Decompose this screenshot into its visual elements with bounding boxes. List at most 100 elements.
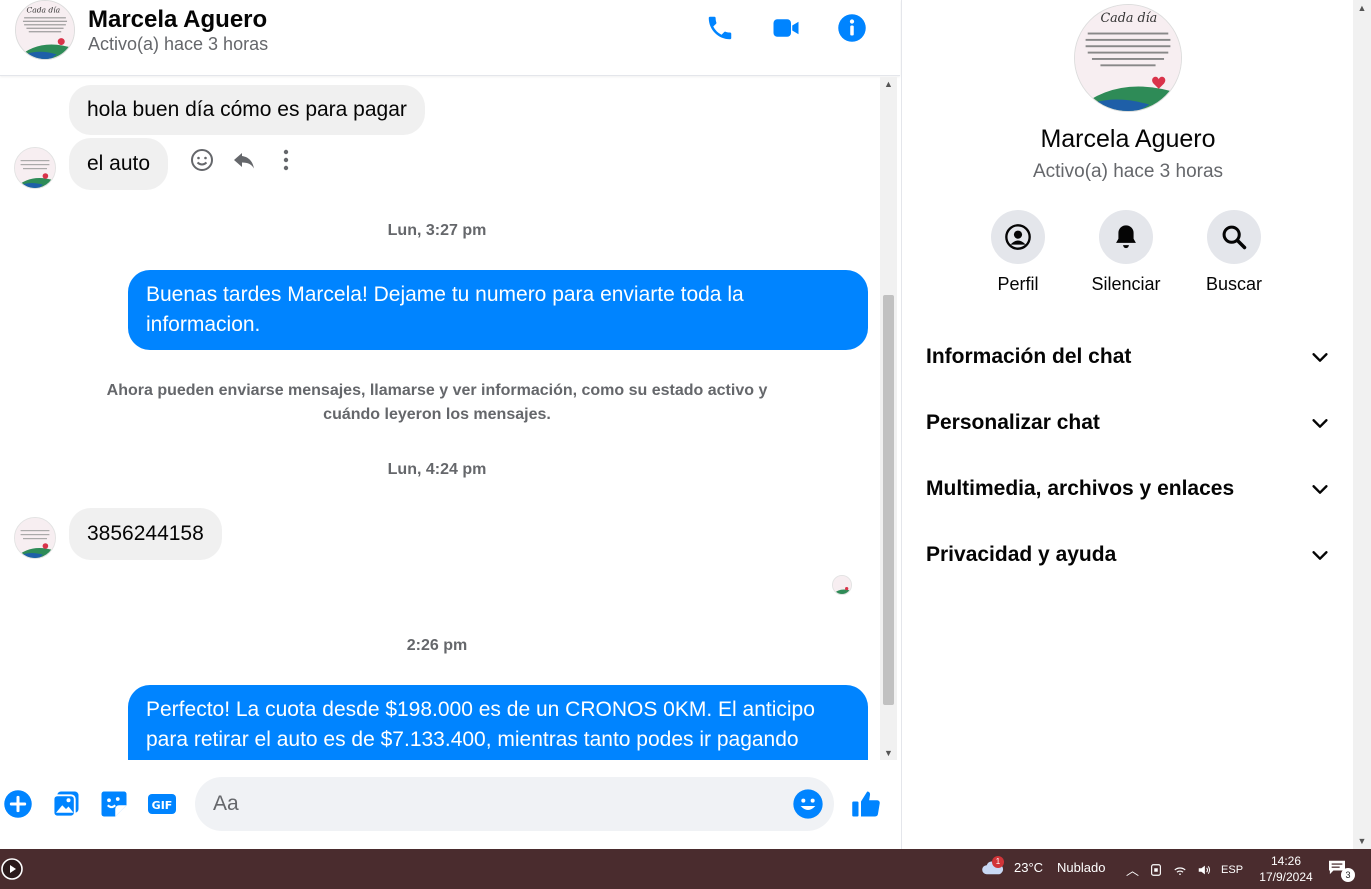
like-icon (852, 791, 880, 817)
plus-icon (4, 790, 32, 818)
mute-action[interactable]: Silenciar (1076, 210, 1176, 295)
gif-button[interactable]: GIF (146, 788, 178, 820)
avatar-image: Cada día (16, 1, 74, 59)
smiley-icon (191, 149, 213, 171)
video-call-button[interactable] (768, 10, 804, 46)
send-like-button[interactable] (850, 788, 882, 820)
section-customize-chat[interactable]: Personalizar chat (926, 399, 1331, 447)
react-button[interactable] (190, 148, 214, 172)
volume-icon[interactable] (1197, 863, 1211, 877)
mute-action-label: Silenciar (1091, 274, 1161, 294)
media-player-button[interactable] (0, 857, 24, 881)
system-tray: ︿ ESP (1126, 860, 1243, 879)
read-receipt-avatar (832, 575, 852, 595)
more-actions-button[interactable] (2, 788, 34, 820)
contact-profile-picture[interactable]: Cada día (1074, 4, 1182, 112)
avatar-image (833, 576, 851, 594)
outgoing-message[interactable]: Buenas tardes Marcela! Dejame tu numero … (128, 270, 868, 350)
section-chat-info[interactable]: Información del chat (926, 333, 1331, 381)
svg-text:Cada día: Cada día (1100, 10, 1157, 25)
profile-action-circle (991, 210, 1045, 264)
profile-name: Marcela Aguero (1040, 125, 1216, 153)
clock[interactable]: 14:26 17/9/2024 (1254, 853, 1318, 885)
message-input-container (195, 777, 834, 831)
window-scrollbar[interactable]: ▲ ▼ (1353, 0, 1371, 849)
chat-header: Cada día Marcela Aguero Activo(a) hace 3… (0, 0, 900, 76)
phone-icon (708, 16, 732, 40)
incoming-message[interactable]: hola buen día cómo es para pagar (69, 85, 425, 135)
profile-action[interactable]: Perfil (968, 210, 1068, 295)
search-action-circle (1207, 210, 1261, 264)
outgoing-message[interactable]: Perfecto! La cuota desde $198.000 es de … (128, 685, 868, 760)
meet-now-icon[interactable] (1149, 863, 1163, 877)
video-icon (773, 19, 799, 37)
sticker-button[interactable] (98, 788, 130, 820)
reply-button[interactable] (232, 148, 256, 172)
message-input[interactable] (213, 777, 773, 831)
chat-panel: Cada día Marcela Aguero Activo(a) hace 3… (0, 0, 900, 849)
search-icon (1222, 225, 1247, 250)
contact-avatar[interactable]: Cada día (15, 0, 75, 60)
svg-text:GIF: GIF (152, 799, 173, 812)
emoji-icon (793, 789, 823, 819)
profile-action-label: Perfil (997, 274, 1039, 294)
clock-time: 14:26 (1270, 854, 1302, 868)
scroll-up-arrow[interactable]: ▲ (1353, 0, 1371, 16)
scroll-down-arrow[interactable]: ▼ (1353, 833, 1371, 849)
image-icon (52, 791, 79, 818)
profile-icon (1005, 224, 1031, 250)
system-notice: Ahora pueden enviarse mensajes, llamarse… (106, 382, 768, 423)
chevron-down-icon (1312, 485, 1328, 494)
scroll-thumb[interactable] (883, 295, 894, 705)
message-composer: GIF (0, 762, 900, 849)
message-actions (190, 148, 298, 172)
sender-avatar[interactable] (14, 517, 56, 559)
scroll-up-arrow[interactable]: ▲ (880, 77, 897, 91)
section-media-files-links[interactable]: Multimedia, archivos y enlaces (926, 465, 1331, 513)
timestamp: Lun, 4:24 pm (387, 461, 487, 478)
weather-widget[interactable]: 1 23°C Nublado (980, 856, 1106, 876)
chevron-down-icon (1312, 353, 1328, 362)
sender-avatar[interactable] (14, 147, 56, 189)
timestamp: 2:26 pm (406, 637, 468, 654)
avatar-image (15, 148, 55, 188)
weather-condition: Nublado (1057, 859, 1106, 875)
language-indicator[interactable]: ESP (1221, 864, 1243, 876)
clock-date: 17/9/2024 (1259, 870, 1313, 884)
svg-text:Cada día: Cada día (26, 6, 60, 15)
section-label: Privacidad y ayuda (926, 543, 1117, 566)
temperature: 23°C (1014, 859, 1044, 875)
wifi-icon[interactable] (1173, 863, 1187, 877)
section-label: Multimedia, archivos y enlaces (926, 477, 1235, 500)
attach-image-button[interactable] (50, 788, 82, 820)
chat-scrollbar[interactable]: ▲ ▼ (880, 77, 897, 760)
gif-icon: GIF (148, 794, 176, 814)
incoming-message[interactable]: 3856244158 (69, 508, 222, 560)
mute-action-circle (1099, 210, 1153, 264)
sticker-icon (101, 791, 127, 817)
info-icon (838, 14, 866, 42)
emoji-picker-button[interactable] (792, 788, 824, 820)
more-vertical-icon (283, 149, 289, 171)
windows-taskbar: 1 23°C Nublado ︿ ESP 14:26 17/9/2024 3 (0, 849, 1371, 889)
conversation-details-panel: Cada día Marcela Aguero Activo(a) hace 3… (901, 0, 1353, 849)
search-action-label: Buscar (1205, 274, 1263, 294)
scroll-down-arrow[interactable]: ▼ (880, 746, 897, 760)
more-options-button[interactable] (274, 148, 298, 172)
call-button[interactable] (702, 10, 738, 46)
incoming-message[interactable]: el auto (69, 138, 169, 190)
timestamp: Lun, 3:27 pm (387, 222, 487, 239)
section-privacy-help[interactable]: Privacidad y ayuda (926, 531, 1331, 579)
chevron-up-icon[interactable]: ︿ (1126, 860, 1139, 879)
chevron-down-icon (1312, 551, 1328, 560)
play-icon (1, 858, 23, 880)
chevron-down-icon (1312, 419, 1328, 428)
notification-count: 3 (1341, 868, 1355, 882)
search-action[interactable]: Buscar (1184, 210, 1284, 295)
conversation-info-button[interactable] (834, 10, 870, 46)
reply-icon (234, 153, 254, 169)
avatar-image (15, 518, 55, 558)
notification-center-button[interactable]: 3 (1328, 859, 1355, 882)
contact-name[interactable]: Marcela Aguero (88, 6, 267, 34)
contact-status: Activo(a) hace 3 horas (88, 34, 269, 54)
